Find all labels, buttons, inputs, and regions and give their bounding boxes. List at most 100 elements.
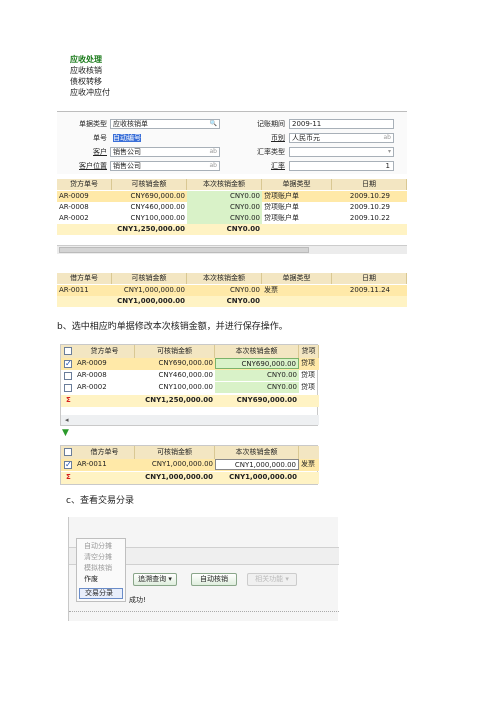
select-all-checkbox[interactable]: [64, 448, 72, 456]
writeoff-amount-input[interactable]: CNY1,000,000.00: [215, 459, 299, 470]
doc-no-cell: AR-0008: [77, 371, 107, 379]
col-header[interactable]: 本次核销金额: [187, 179, 262, 190]
writeoff-form: 单据类型 应收核销单 🔍 记账期间 2009-11 单号 自动编号 币别 人民币元…: [57, 111, 407, 174]
doc-type-cell: 贷项账户单: [264, 192, 299, 200]
table-row[interactable]: AR-0008 CNY460,000.00 CNY0.00 贷项账户单 2009…: [57, 202, 407, 213]
writeoff-amount-cell[interactable]: CNY0.00: [187, 191, 262, 202]
rate-label: 汇率: [271, 162, 285, 170]
col-header[interactable]: 本次核销金额: [215, 446, 299, 459]
auto-writeoff-button[interactable]: 自动核销: [191, 573, 237, 586]
date-cell: 2009.10.22: [349, 214, 390, 222]
context-menu: 自动分摊 清空分摊 模拟核销 作废 交易分录: [76, 538, 126, 602]
select-all-checkbox[interactable]: [64, 347, 72, 355]
table-row[interactable]: AR-0009 CNY690,000.00 CNY690,000.00 贷项: [61, 358, 319, 370]
rate-type-select[interactable]: ▾: [289, 147, 394, 157]
related-functions-button[interactable]: 相关功能 ▾: [247, 573, 297, 586]
menu-item-debt-transfer[interactable]: 债权转移: [70, 77, 102, 87]
doc-type-cell: 贷项: [301, 371, 315, 379]
doc-type-cell: 贷项: [301, 359, 315, 367]
col-header[interactable]: 可核销金额: [135, 345, 215, 358]
menu-item-auto-allocate[interactable]: 自动分摊: [84, 542, 112, 551]
period-field[interactable]: 2009-11: [289, 119, 394, 129]
writeoff-amount-cell[interactable]: CNY0.00: [215, 370, 299, 381]
doc-type-field[interactable]: 应收核销单 🔍: [110, 119, 220, 129]
col-header[interactable]: 借方单号: [75, 446, 135, 459]
writeoff-amount-cell[interactable]: CNY0.00: [215, 382, 299, 393]
col-header[interactable]: 本次核销金额: [187, 273, 262, 284]
currency-field[interactable]: 人民币元 ab: [289, 133, 394, 143]
search-icon[interactable]: 🔍: [210, 120, 217, 128]
scrollbar-thumb[interactable]: [59, 247, 309, 253]
total-row: Σ CNY1,250,000.00 CNY690,000.00: [61, 395, 319, 407]
col-header[interactable]: 单据类型: [262, 273, 332, 284]
menu-item-simulate[interactable]: 模拟核销: [84, 564, 112, 573]
row-checkbox[interactable]: [64, 359, 72, 368]
doc-type-cell: 贷项: [301, 383, 315, 391]
available-amount-cell: CNY460,000.00: [130, 203, 185, 211]
col-header[interactable]: 可核销金额: [112, 273, 187, 284]
writeoff-amount-cell[interactable]: CNY0.00: [187, 202, 262, 213]
writeoff-amount-cell[interactable]: CNY690,000.00: [215, 358, 299, 369]
available-amount-cell: CNY690,000.00: [130, 192, 185, 200]
table-row[interactable]: AR-0009 CNY690,000.00 CNY0.00 贷项账户单 2009…: [57, 191, 407, 202]
col-header[interactable]: 日期: [332, 273, 407, 284]
row-checkbox[interactable]: [64, 384, 72, 392]
table-row[interactable]: AR-0011 CNY1,000,000.00 CNY0.00 发票 2009.…: [57, 285, 407, 296]
grid-footer: ◂: [61, 415, 319, 425]
total-writeoff: CNY690,000.00: [236, 396, 297, 404]
row-checkbox[interactable]: [64, 372, 72, 380]
col-header[interactable]: 可核销金额: [135, 446, 215, 459]
debit-grid: 贷方单号 可核销金额 本次核销金额 单据类型 日期 AR-0009 CNY690…: [57, 179, 407, 239]
available-amount-cell: CNY100,000.00: [130, 214, 185, 222]
horizontal-scrollbar[interactable]: [57, 245, 407, 254]
filter-icon[interactable]: ▼: [62, 428, 69, 438]
col-header[interactable]: 日期: [332, 179, 407, 190]
table-row[interactable]: AR-0002 CNY100,000.00 CNY0.00 贷项账户单 2009…: [57, 213, 407, 224]
customer-pos-field[interactable]: 销售公司 ab: [110, 161, 220, 171]
currency-label: 币别: [271, 134, 285, 142]
col-header[interactable]: 本次核销金额: [215, 345, 299, 358]
table-row[interactable]: AR-0008 CNY460,000.00 CNY0.00 贷项: [61, 370, 319, 382]
menu-item-receivable[interactable]: 应收处理: [70, 55, 102, 65]
menu-item-clear-allocate[interactable]: 清空分摊: [84, 553, 112, 562]
total-writeoff: CNY0.00: [226, 297, 260, 305]
doc-no-label: 单号: [93, 134, 107, 142]
menu-item-ar-writeoff[interactable]: 应收核销: [70, 66, 102, 76]
menu-item-transaction-entries[interactable]: 交易分录: [79, 588, 123, 599]
total-row: CNY1,000,000.00 CNY0.00: [57, 296, 407, 307]
trace-query-button[interactable]: 追溯查询 ▾: [133, 573, 177, 586]
doc-no-cell: AR-0009: [77, 359, 107, 367]
col-header[interactable]: 贷方单号: [57, 179, 112, 190]
col-header[interactable]: 借方单号: [57, 273, 112, 284]
writeoff-amount-cell[interactable]: CNY0.00: [187, 213, 262, 224]
doc-no-field[interactable]: 自动编号: [110, 133, 220, 143]
col-header[interactable]: 贷方单号: [75, 345, 135, 358]
writeoff-amount-cell[interactable]: CNY0.00: [187, 285, 262, 296]
customer-field[interactable]: 销售公司 ab: [110, 147, 220, 157]
doc-type-cell: 贷项账户单: [264, 203, 299, 211]
table-row[interactable]: AR-0002 CNY100,000.00 CNY0.00 贷项: [61, 382, 319, 394]
table-row[interactable]: AR-0011 CNY1,000,000.00 CNY1,000,000.00 …: [61, 459, 319, 471]
scroll-left-icon[interactable]: ◂: [63, 415, 73, 426]
date-cell: 2009.10.29: [349, 203, 390, 211]
total-available: CNY1,000,000.00: [145, 473, 213, 481]
available-amount-cell: CNY460,000.00: [158, 371, 213, 379]
doc-type-label: 单据类型: [79, 120, 107, 128]
nav-menu: 应收处理 应收核销 债权转移 应收冲应付: [68, 55, 120, 100]
customer-label: 客户: [93, 148, 107, 156]
caption-c: c、查看交易分录: [66, 496, 134, 506]
date-cell: 2009.11.24: [349, 286, 390, 294]
doc-no-cell: AR-0011: [77, 460, 107, 468]
grid-header: 贷方单号 可核销金额 本次核销金额 贷项: [61, 345, 319, 358]
row-checkbox[interactable]: [64, 460, 72, 469]
col-header[interactable]: 单据类型: [262, 179, 332, 190]
rate-type-label: 汇率类型: [257, 148, 285, 156]
sum-icon: Σ: [66, 396, 71, 404]
col-header[interactable]: 贷项: [299, 345, 319, 358]
available-amount-cell: CNY1,000,000.00: [151, 460, 213, 468]
rate-field[interactable]: 1: [289, 161, 394, 171]
menu-item-offset[interactable]: 应收冲应付: [70, 88, 110, 96]
menu-item-void[interactable]: 作废: [84, 575, 98, 584]
grid-header: 贷方单号 可核销金额 本次核销金额 单据类型 日期: [57, 179, 407, 190]
col-header[interactable]: 可核销金额: [112, 179, 187, 190]
